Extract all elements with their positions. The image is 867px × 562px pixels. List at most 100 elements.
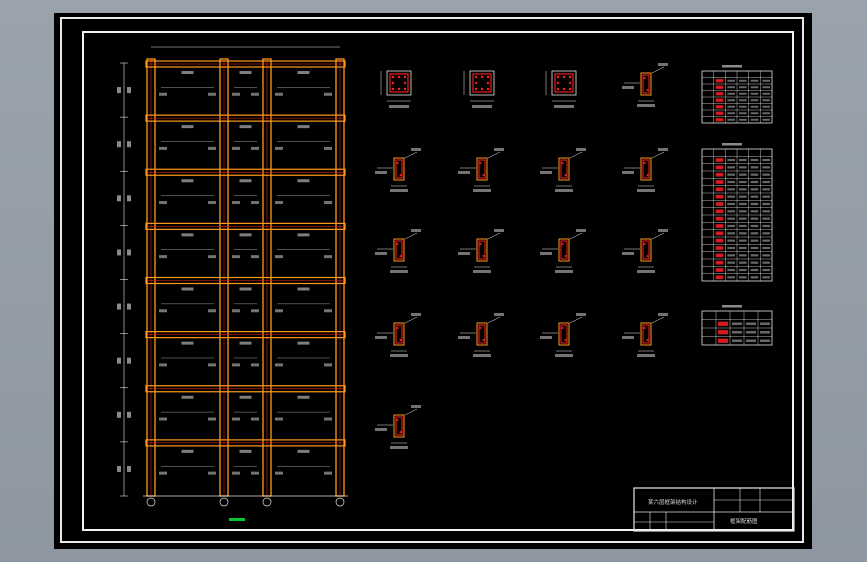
- rebar-dot: [643, 77, 646, 79]
- axis-bubble: [146, 497, 156, 507]
- dimension-label: [127, 465, 131, 472]
- table-cell-text: [750, 268, 759, 272]
- table-cell-text: [762, 173, 770, 176]
- table-cell-text: [727, 202, 735, 206]
- table-cell-text: [762, 118, 770, 121]
- rebar-label: [232, 363, 240, 367]
- section-label: [576, 229, 586, 232]
- rebar-label: [297, 179, 310, 183]
- rebar-label: [159, 255, 167, 259]
- table-cell-text: [762, 254, 770, 257]
- rebar-dot: [396, 162, 399, 164]
- section-label: [637, 270, 655, 273]
- rebar-dot: [399, 255, 402, 257]
- rebar-dot: [399, 174, 402, 176]
- rebar-label: [232, 146, 240, 150]
- section-label: [389, 105, 409, 108]
- rebar-label: [275, 92, 283, 96]
- rebar-label: [297, 233, 310, 237]
- leader-line: [651, 151, 665, 159]
- rebar-label: [239, 71, 252, 74]
- table-cell-text: [727, 112, 735, 115]
- leader-line: [487, 232, 501, 240]
- rebar-label: [251, 417, 259, 421]
- table-cell-text: [739, 112, 747, 115]
- rebar-label: [324, 309, 332, 313]
- rebar-dot: [399, 339, 402, 341]
- section-label: [494, 229, 504, 232]
- table-cell-text: [762, 232, 770, 235]
- table-cell-text: [746, 322, 756, 326]
- table-rebar-shape: [715, 79, 724, 83]
- rebar-dot: [482, 255, 485, 257]
- rebar-dot: [564, 255, 567, 257]
- frame-elevation: [117, 46, 348, 507]
- section-label: [658, 313, 668, 316]
- rebar-dot: [562, 75, 566, 79]
- leader-line: [651, 232, 665, 240]
- section-label: [555, 189, 573, 192]
- table-cell-text: [762, 276, 770, 279]
- table-cell-text: [727, 105, 735, 108]
- table-cell-text: [739, 224, 747, 228]
- table-rebar-shape: [715, 202, 724, 206]
- table-cell-text: [750, 202, 759, 206]
- rebar-dot: [391, 81, 395, 85]
- section-label: [494, 313, 504, 316]
- dimension-label: [127, 303, 131, 310]
- rebar-label: [324, 417, 332, 421]
- section-label: [554, 105, 574, 108]
- rebar-label: [297, 341, 310, 345]
- table-cell-text: [762, 180, 770, 184]
- table-cell-text: [750, 92, 759, 95]
- table-rebar-shape: [715, 158, 724, 162]
- table-cell-text: [739, 254, 747, 257]
- rebar-dot: [561, 162, 564, 164]
- table-cell-text: [739, 210, 747, 213]
- table-cell-text: [732, 330, 742, 334]
- table-cell-text: [762, 99, 770, 102]
- dimension-label: [117, 411, 121, 418]
- table-cell-text: [739, 188, 747, 191]
- dimension-label: [117, 249, 121, 256]
- rebar-dot: [564, 339, 567, 341]
- table-cell-text: [746, 339, 756, 343]
- rebar-label: [297, 71, 310, 74]
- rebar-dot: [482, 339, 485, 341]
- table-cell-text: [750, 180, 759, 184]
- table-cell-text: [762, 112, 770, 115]
- rebar-label: [159, 309, 167, 313]
- leader-line: [404, 151, 418, 159]
- table-title: [722, 65, 742, 68]
- table-cell-text: [727, 195, 735, 198]
- table-rebar-shape: [715, 172, 724, 177]
- table-cell-text: [739, 118, 747, 121]
- section-label: [540, 336, 552, 339]
- section-label: [473, 270, 491, 273]
- section-label: [540, 171, 552, 174]
- section-label: [411, 405, 421, 408]
- table-cell-text: [739, 92, 747, 95]
- leader-line: [404, 408, 418, 416]
- rebar-dot: [480, 75, 484, 79]
- leader-line: [569, 316, 583, 324]
- rebar-dot: [646, 255, 649, 257]
- cad-viewport[interactable]: 某六层框架结构设计 框架配筋图: [54, 13, 812, 549]
- table-rebar-shape: [715, 111, 724, 115]
- section-label: [622, 86, 634, 89]
- table-cell-text: [727, 180, 735, 184]
- table-cell-text: [727, 254, 735, 257]
- rebar-label: [275, 309, 283, 313]
- dimension-label: [117, 303, 121, 310]
- table-cell-text: [727, 86, 735, 89]
- section-label: [494, 148, 504, 151]
- rebar-label: [208, 146, 216, 150]
- rebar-dot: [556, 75, 560, 79]
- rebar-dot: [474, 81, 478, 85]
- table-cell-text: [760, 330, 770, 334]
- rebar-dot: [396, 327, 399, 329]
- table-cell-text: [750, 276, 759, 279]
- rebar-tables: [701, 65, 773, 346]
- table-cell-text: [739, 239, 747, 242]
- section-details: [375, 63, 668, 449]
